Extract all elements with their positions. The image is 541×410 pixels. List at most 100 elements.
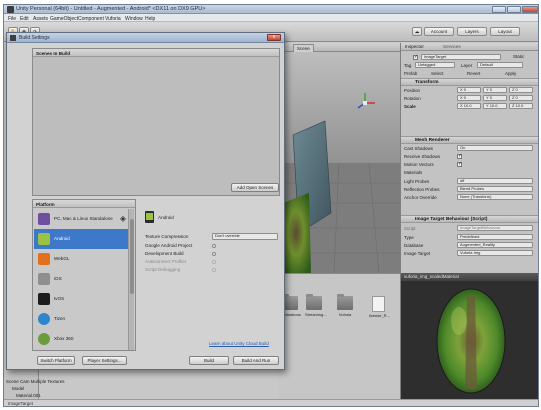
platform-list-scrollbar[interactable] xyxy=(128,209,134,350)
layers-dropdown[interactable]: Layers xyxy=(457,27,487,36)
development-build-label: Development Build xyxy=(145,251,184,256)
type-dropdown[interactable]: Predefined xyxy=(457,234,533,240)
scenes-in-build-header: Scenes In Build xyxy=(33,49,279,57)
scale-y-field[interactable]: Y 10.0 xyxy=(483,103,507,109)
google-android-project-checkbox[interactable] xyxy=(212,244,216,248)
motion-vectors-checkbox[interactable] xyxy=(457,161,462,167)
hierarchy-row[interactable]: Material.001 xyxy=(16,393,41,398)
platform-item-webgl[interactable]: WebGL xyxy=(34,249,128,269)
script-label: Script xyxy=(404,226,416,231)
add-open-scenes-button[interactable]: Add Open Scenes xyxy=(231,183,279,192)
object-name-field[interactable]: ImageTarget xyxy=(421,54,501,60)
menu-gameobject[interactable]: GameObject xyxy=(50,16,78,22)
platform-item-tizen[interactable]: Tizen xyxy=(34,309,128,329)
asset-item[interactable]: Vuforia xyxy=(336,294,354,317)
reflection-probes-dropdown[interactable]: Blend Probes xyxy=(457,186,533,192)
inspector-panel: Inspector Services ImageTarget Static Ta… xyxy=(400,43,538,273)
database-dropdown[interactable]: Augmented_Reality xyxy=(457,242,533,248)
maximize-button[interactable] xyxy=(507,6,521,13)
platform-item-standalone[interactable]: PC, Mac & Linux Standalone ◈ xyxy=(34,209,128,229)
static-toggle[interactable]: Static xyxy=(513,54,524,59)
menu-vuforia[interactable]: Vuforia xyxy=(105,16,121,22)
preview-header: vuforia_img_scaledMaterial xyxy=(401,273,538,281)
layout-dropdown[interactable]: Layout xyxy=(490,27,520,36)
platform-list: Platform PC, Mac & Linux Standalone ◈ An… xyxy=(32,199,136,351)
position-z-field[interactable]: Z 0 xyxy=(509,87,533,93)
platform-item-android[interactable]: Android xyxy=(34,229,128,249)
cast-shadows-label: Cast Shadows xyxy=(404,146,434,151)
script-field: ImageTargetBehaviour xyxy=(457,225,533,231)
account-dropdown[interactable]: Account xyxy=(424,27,454,36)
menu-file[interactable]: File xyxy=(8,16,16,22)
anchor-override-field[interactable]: None (Transform) xyxy=(457,194,533,200)
minimize-button[interactable] xyxy=(492,6,506,13)
light-probes-dropdown[interactable]: off xyxy=(457,178,533,184)
prefab-select-button[interactable]: Select xyxy=(431,71,444,76)
rotation-y-field[interactable]: Y 0 xyxy=(483,95,507,101)
script-debugging-label: Script Debugging xyxy=(145,267,181,272)
build-settings-title-bar: Build Settings x xyxy=(7,33,284,43)
menu-component[interactable]: Component xyxy=(78,16,104,22)
scenes-in-build-list[interactable]: Scenes In Build xyxy=(32,48,280,196)
rotation-z-field[interactable]: Z 0 xyxy=(509,95,533,101)
scene-canvas xyxy=(279,52,400,273)
texture-compression-dropdown[interactable]: Don't override xyxy=(212,233,278,240)
close-button[interactable] xyxy=(522,6,538,13)
player-settings-button[interactable]: Player Settings... xyxy=(82,356,127,365)
scale-x-field[interactable]: X 10.0 xyxy=(457,103,481,109)
scale-label: Scale xyxy=(404,104,416,109)
switch-platform-button[interactable]: Switch Platform xyxy=(37,356,75,365)
cast-shadows-dropdown[interactable]: On xyxy=(457,145,533,151)
platform-label: PC, Mac & Linux Standalone xyxy=(54,216,113,221)
build-settings-dialog: Build Settings x Scenes In Build Add Ope… xyxy=(6,32,285,370)
menu-window[interactable]: Window xyxy=(125,16,143,22)
android-settings-panel: Android Texture Compression Don't overri… xyxy=(140,199,282,329)
unity-logo-icon xyxy=(10,35,16,41)
platform-item-tvos[interactable]: tvOS xyxy=(34,289,128,309)
active-checkbox[interactable] xyxy=(413,54,418,60)
receive-shadows-checkbox[interactable] xyxy=(457,153,462,159)
build-and-run-button[interactable]: Build And Run xyxy=(233,356,279,365)
hierarchy-row[interactable]: Scene Cam Multiple Textures xyxy=(6,379,64,384)
cloud-icon[interactable]: ☁ xyxy=(412,27,422,36)
platform-item-ios[interactable]: iOS xyxy=(34,269,128,289)
platform-label: tvOS xyxy=(54,296,65,301)
image-target-label: Image Target xyxy=(404,251,431,256)
platform-label: Tizen xyxy=(54,316,66,321)
scrollbar-thumb[interactable] xyxy=(130,219,134,294)
position-x-field[interactable]: X 0 xyxy=(457,87,481,93)
type-label: Type xyxy=(404,235,414,240)
script-debugging-checkbox xyxy=(212,268,216,272)
prefab-revert-button[interactable]: Revert xyxy=(467,71,480,76)
build-button[interactable]: Build xyxy=(189,356,229,365)
scene-view[interactable]: Scene xyxy=(278,43,400,273)
menu-assets[interactable]: Assets xyxy=(33,16,48,22)
scale-z-field[interactable]: Z 10.0 xyxy=(509,103,533,109)
google-android-project-label: Google Android Project xyxy=(145,243,193,248)
layer-dropdown[interactable]: Default xyxy=(477,62,523,68)
rotation-x-field[interactable]: X 0 xyxy=(457,95,481,101)
tab-inspector[interactable]: Inspector xyxy=(405,44,424,49)
learn-cloud-build-link[interactable]: Learn about Unity Cloud Build xyxy=(209,341,269,346)
tab-services[interactable]: Services xyxy=(443,44,461,49)
position-y-field[interactable]: Y 0 xyxy=(483,87,507,93)
prefab-apply-button[interactable]: Apply xyxy=(505,71,516,76)
asset-item[interactable]: license_R... xyxy=(369,296,390,318)
dialog-close-button[interactable]: x xyxy=(267,34,281,41)
prefab-label: Prefab xyxy=(404,71,418,76)
materials-label[interactable]: Materials xyxy=(404,170,422,175)
development-build-checkbox[interactable] xyxy=(212,252,216,256)
apple-tv-icon xyxy=(38,293,50,305)
asset-item[interactable]: Streaming... xyxy=(305,294,327,317)
menu-help[interactable]: Help xyxy=(145,16,155,22)
menu-edit[interactable]: Edit xyxy=(20,16,29,22)
transform-header[interactable]: Transform xyxy=(401,78,538,86)
asset-label: Streaming... xyxy=(305,312,327,317)
tag-dropdown[interactable]: Untagged xyxy=(415,62,455,68)
mesh-renderer-header[interactable]: Mesh Renderer xyxy=(401,136,538,144)
image-target-behaviour-header[interactable]: Image Target Behaviour (Script) xyxy=(401,215,538,223)
platform-item-xbox360[interactable]: Xbox 360 xyxy=(34,329,128,349)
image-target-dropdown[interactable]: Vuforia Img xyxy=(457,250,533,256)
hierarchy-row[interactable]: Model xyxy=(12,386,24,391)
folder-icon xyxy=(306,294,322,310)
